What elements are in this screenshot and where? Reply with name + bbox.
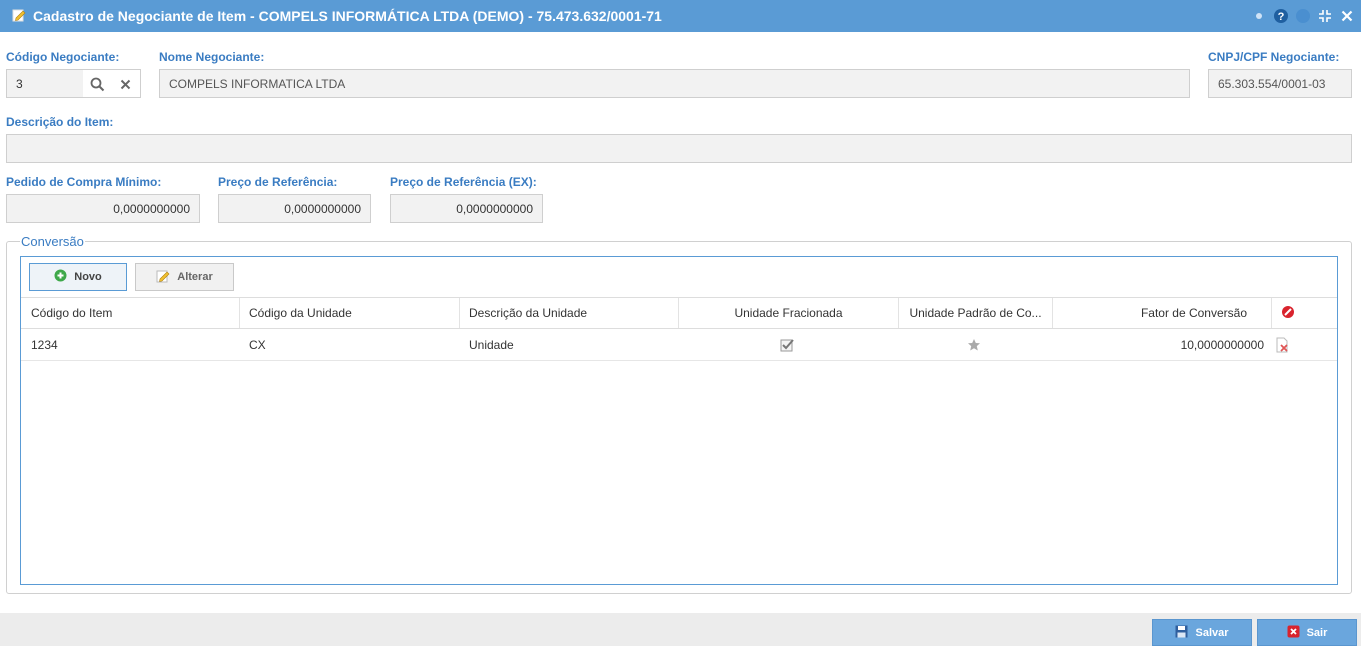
star-icon[interactable] (967, 329, 981, 360)
edit-icon (12, 8, 26, 22)
alterar-button[interactable]: Alterar (135, 263, 234, 291)
preco-referencia-ex-field[interactable]: 0,0000000000 (390, 194, 543, 223)
conversao-grid-panel: Novo Alterar Código do Item Código da Un… (20, 256, 1338, 585)
novo-button-label: Novo (74, 271, 102, 283)
info-icon[interactable] (1295, 8, 1311, 24)
col-codigo-item[interactable]: Código do Item (21, 298, 240, 328)
codigo-negociante-label: Código Negociante: (6, 50, 120, 64)
descricao-item-field[interactable] (6, 134, 1352, 163)
sair-button[interactable]: Sair (1257, 619, 1357, 646)
novo-button[interactable]: Novo (29, 263, 127, 291)
window-title: Cadastro de Negociante de Item - COMPELS… (33, 8, 662, 24)
descricao-item-label: Descrição do Item: (6, 115, 114, 129)
cell-descricao-unidade: Unidade (469, 337, 514, 352)
dot-icon[interactable] (1251, 8, 1267, 24)
pedido-minimo-field[interactable]: 0,0000000000 (6, 194, 200, 223)
edit-icon (156, 269, 170, 286)
exit-icon (1287, 625, 1300, 641)
conversao-legend: Conversão (20, 234, 85, 249)
preco-referencia-field[interactable]: 0,0000000000 (218, 194, 371, 223)
clear-icon[interactable] (117, 76, 133, 92)
alterar-button-label: Alterar (177, 271, 213, 283)
checkbox-checked-icon[interactable] (780, 329, 795, 360)
window-controls: ? (1251, 7, 1355, 25)
no-entry-icon (1281, 305, 1295, 322)
salvar-button-label: Salvar (1195, 626, 1229, 639)
collapse-icon[interactable] (1317, 8, 1333, 24)
search-icon[interactable] (89, 76, 105, 92)
salvar-button[interactable]: Salvar (1152, 619, 1252, 646)
save-icon (1175, 625, 1188, 641)
add-icon (54, 269, 67, 285)
table-row[interactable]: 1234 CX Unidade 10,0000000000 (21, 329, 1337, 361)
svg-text:?: ? (1278, 11, 1285, 23)
col-codigo-unidade[interactable]: Código da Unidade (240, 298, 460, 328)
close-icon[interactable] (1339, 8, 1355, 24)
cell-codigo-unidade: CX (249, 337, 266, 352)
preco-referencia-label: Preço de Referência: (218, 175, 338, 189)
col-unidade-fracionada[interactable]: Unidade Fracionada (679, 298, 899, 328)
nome-negociante-label: Nome Negociante: (159, 50, 265, 64)
col-fator-conversao[interactable]: Fator de Conversão (1053, 298, 1272, 328)
col-unidade-padrao[interactable]: Unidade Padrão de Co... (899, 298, 1053, 328)
window-titlebar: Cadastro de Negociante de Item - COMPELS… (0, 0, 1361, 32)
nome-negociante-field[interactable]: COMPELS INFORMATICA LTDA (159, 69, 1190, 98)
cnpj-negociante-label: CNPJ/CPF Negociante: (1208, 50, 1340, 64)
codigo-negociante-value[interactable]: 3 (7, 70, 83, 97)
pedido-minimo-label: Pedido de Compra Mínimo: (6, 175, 162, 189)
help-icon[interactable]: ? (1273, 8, 1289, 24)
sair-button-label: Sair (1306, 626, 1328, 639)
cell-codigo-item: 1234 (31, 337, 58, 352)
grid-header: Código do Item Código da Unidade Descriç… (21, 297, 1337, 329)
col-delete (1272, 298, 1337, 328)
col-descricao-unidade[interactable]: Descrição da Unidade (460, 298, 679, 328)
footer-bar: Salvar Sair (0, 613, 1361, 646)
codigo-negociante-field[interactable]: 3 (6, 69, 141, 98)
preco-referencia-ex-label: Preço de Referência (EX): (390, 175, 537, 189)
cnpj-negociante-field[interactable]: 65.303.554/0001-03 (1208, 69, 1352, 98)
delete-row-icon[interactable] (1275, 329, 1290, 360)
cell-fator-conversao: 10,0000000000 (1180, 337, 1264, 352)
